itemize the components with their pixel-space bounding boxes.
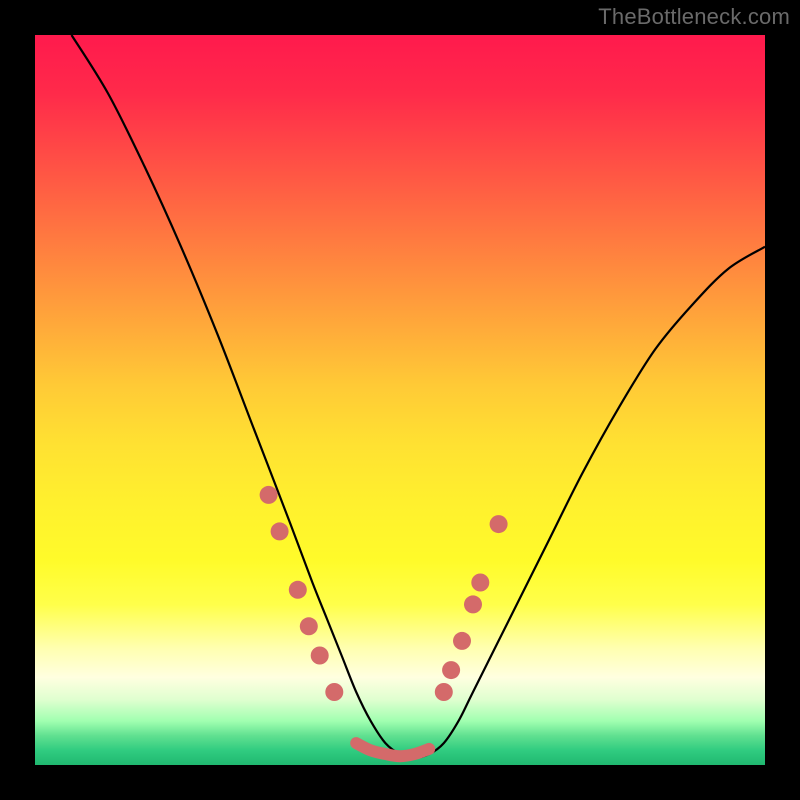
marker-dot [325, 683, 343, 701]
markers-right-group [435, 515, 508, 701]
valley-highlight [356, 743, 429, 756]
marker-dot [464, 595, 482, 613]
marker-dot [311, 647, 329, 665]
marker-dot [289, 581, 307, 599]
marker-dot [435, 683, 453, 701]
marker-dot [453, 632, 471, 650]
markers-left-group [260, 486, 344, 701]
chart-frame: TheBottleneck.com [0, 0, 800, 800]
marker-dot [471, 574, 489, 592]
marker-dot [490, 515, 508, 533]
marker-dot [271, 522, 289, 540]
main-curve [72, 35, 766, 758]
marker-dot [260, 486, 278, 504]
watermark-text: TheBottleneck.com [598, 4, 790, 30]
marker-dot [300, 617, 318, 635]
plot-area [35, 35, 765, 765]
chart-svg [35, 35, 765, 765]
marker-dot [442, 661, 460, 679]
